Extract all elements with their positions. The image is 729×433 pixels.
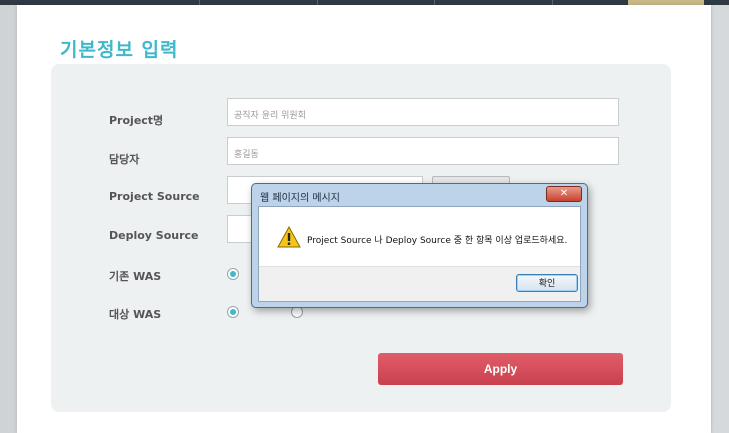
- page-title: 기본정보 입력: [60, 39, 179, 61]
- target-was-label: 대상 WAS: [109, 308, 162, 321]
- close-icon[interactable]: ✕: [546, 186, 582, 202]
- deploy-source-label: Deploy Source: [109, 229, 199, 242]
- project-name-input[interactable]: 공직자 윤리 위원회: [227, 98, 619, 126]
- project-name-label: Project명: [109, 114, 164, 127]
- manager-label: 담당자: [109, 153, 140, 166]
- alert-dialog: 웹 페이지의 메시지 ✕ Project Source 나 Deploy Sou…: [251, 183, 588, 308]
- manager-input[interactable]: 홍길동: [227, 137, 619, 165]
- existing-was-radio-1[interactable]: [227, 268, 239, 280]
- ok-button[interactable]: 확인: [516, 274, 578, 292]
- dialog-body: Project Source 나 Deploy Source 중 한 항목 이상…: [258, 206, 581, 302]
- existing-was-label: 기존 WAS: [109, 270, 162, 283]
- target-was-radio-1[interactable]: [227, 306, 239, 318]
- apply-button[interactable]: Apply: [378, 353, 623, 385]
- dialog-footer: 확인: [259, 266, 580, 301]
- right-edge-background: [712, 5, 729, 433]
- dialog-message: Project Source 나 Deploy Source 중 한 항목 이상…: [307, 236, 568, 246]
- warning-icon: [277, 226, 301, 248]
- project-source-label: Project Source: [109, 190, 200, 203]
- dialog-title: 웹 페이지의 메시지: [260, 193, 340, 204]
